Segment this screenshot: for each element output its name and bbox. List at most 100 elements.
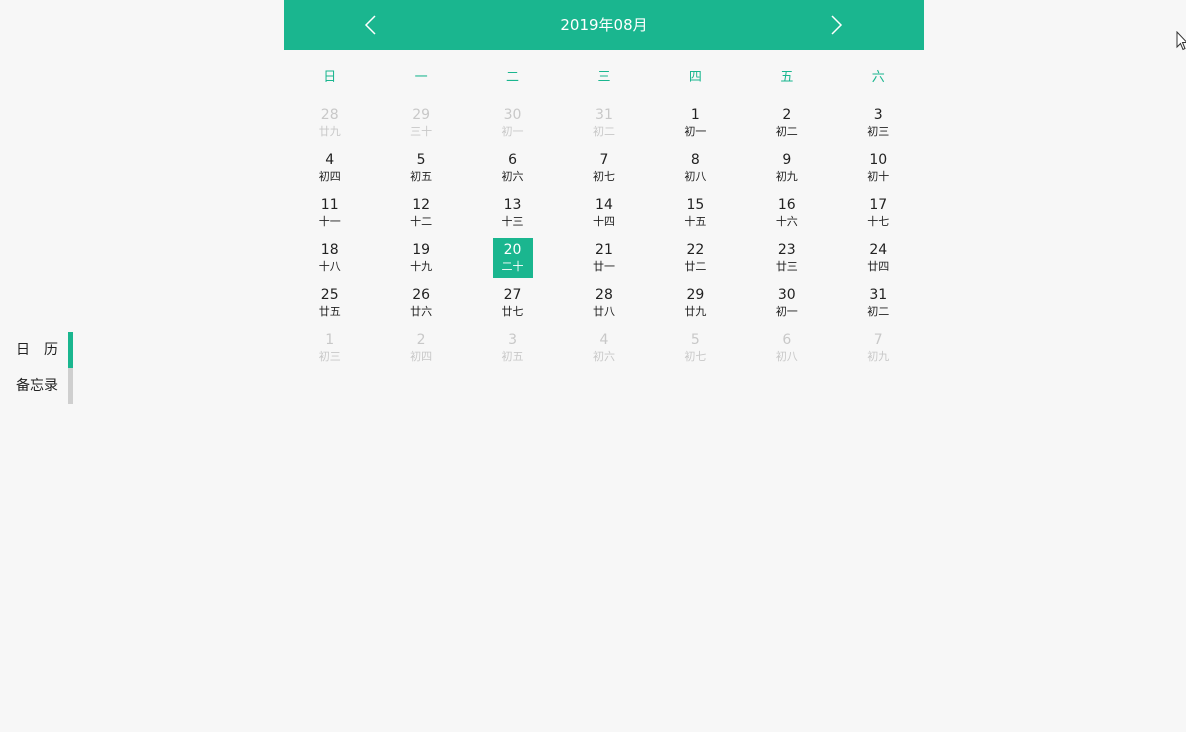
solar-date: 30 <box>777 286 796 303</box>
solar-date: 7 <box>599 151 609 168</box>
lunar-date: 廿一 <box>592 259 615 273</box>
solar-date: 14 <box>595 196 613 213</box>
day-cell[interactable]: 2 初四 <box>375 325 466 370</box>
day-cell[interactable]: 5 初七 <box>650 325 741 370</box>
day-cell[interactable]: 10 初十 <box>833 145 924 190</box>
weekday-label: 一 <box>414 69 428 85</box>
lunar-date: 初六 <box>592 349 615 363</box>
day-cell[interactable]: 28 廿八 <box>558 280 649 325</box>
day-cell[interactable]: 6 初八 <box>741 325 832 370</box>
day-cell-inner: 22 廿二 <box>675 238 715 278</box>
day-cell[interactable]: 19 十九 <box>375 235 466 280</box>
menu-item-memo[interactable]: 备忘录 <box>0 368 73 404</box>
day-cell[interactable]: 11 十一 <box>284 190 375 235</box>
day-cell[interactable]: 15 十五 <box>650 190 741 235</box>
next-month-button[interactable] <box>824 13 848 37</box>
solar-date: 31 <box>869 286 888 303</box>
day-cell[interactable]: 29 廿九 <box>650 280 741 325</box>
day-cell[interactable]: 29 三十 <box>375 100 466 145</box>
day-cell[interactable]: 23 廿三 <box>741 235 832 280</box>
day-cell-inner: 4 初四 <box>310 148 350 188</box>
day-cell[interactable]: 31 初二 <box>833 280 924 325</box>
day-cell-inner: 2 初二 <box>767 103 807 143</box>
day-cell-inner: 10 初十 <box>858 148 898 188</box>
lunar-date: 廿九 <box>684 304 707 318</box>
day-cell-inner: 4 初六 <box>584 328 624 368</box>
day-cell-inner: 2 初四 <box>401 328 441 368</box>
day-cell-inner: 7 初九 <box>858 328 898 368</box>
day-cell[interactable]: 3 初五 <box>467 325 558 370</box>
solar-date: 3 <box>873 106 883 123</box>
day-cell[interactable]: 31 初二 <box>558 100 649 145</box>
day-cell-inner: 5 初七 <box>675 328 715 368</box>
day-cell[interactable]: 25 廿五 <box>284 280 375 325</box>
solar-date: 6 <box>782 331 792 348</box>
day-cell[interactable]: 7 初九 <box>833 325 924 370</box>
solar-date: 7 <box>873 331 883 348</box>
day-cell[interactable]: 26 廿六 <box>375 280 466 325</box>
calendar: 2019年08月 日一二三四五六 28 廿九 29 三十 30 初一 31 初二 1 初一 2 初二 3… <box>284 0 924 370</box>
day-cell[interactable]: 30 初一 <box>741 280 832 325</box>
day-cell-inner: 3 初五 <box>493 328 533 368</box>
day-cell[interactable]: 16 十六 <box>741 190 832 235</box>
lunar-date: 廿二 <box>684 259 707 273</box>
day-cell[interactable]: 12 十二 <box>375 190 466 235</box>
lunar-date: 十九 <box>410 259 433 273</box>
day-cell[interactable]: 9 初九 <box>741 145 832 190</box>
lunar-date: 初八 <box>775 349 798 363</box>
day-cell-inner: 28 廿九 <box>310 103 350 143</box>
day-cell[interactable]: 4 初六 <box>558 325 649 370</box>
day-cell-inner: 27 廿七 <box>493 283 533 323</box>
day-cell[interactable]: 28 廿九 <box>284 100 375 145</box>
lunar-date: 廿六 <box>410 304 433 318</box>
day-cell[interactable]: 6 初六 <box>467 145 558 190</box>
day-cell[interactable]: 30 初一 <box>467 100 558 145</box>
solar-date: 5 <box>416 151 426 168</box>
day-cell[interactable]: 8 初八 <box>650 145 741 190</box>
day-cell[interactable]: 14 十四 <box>558 190 649 235</box>
solar-date: 15 <box>686 196 705 213</box>
day-cell[interactable]: 7 初七 <box>558 145 649 190</box>
day-cell-inner: 29 三十 <box>401 103 441 143</box>
solar-date: 18 <box>320 241 339 258</box>
lunar-date: 初五 <box>410 169 433 183</box>
day-cell[interactable]: 4 初四 <box>284 145 375 190</box>
day-cell[interactable]: 21 廿一 <box>558 235 649 280</box>
weekday-label: 二 <box>506 69 520 85</box>
side-menu: 日 历备忘录 <box>0 332 73 404</box>
day-cell[interactable]: 27 廿七 <box>467 280 558 325</box>
day-cell[interactable]: 5 初五 <box>375 145 466 190</box>
day-cell-selected[interactable]: 20 二十 <box>467 235 558 280</box>
day-cell-inner: 31 初二 <box>858 283 898 323</box>
day-cell-inner: 11 十一 <box>310 193 350 233</box>
day-cell-inner: 30 初一 <box>493 103 533 143</box>
day-cell[interactable]: 3 初三 <box>833 100 924 145</box>
day-cell-inner: 19 十九 <box>401 238 441 278</box>
solar-date: 19 <box>412 241 431 258</box>
day-cell[interactable]: 17 十七 <box>833 190 924 235</box>
lunar-date: 初三 <box>867 124 890 138</box>
solar-date: 31 <box>595 106 613 123</box>
day-cell-inner: 13 十三 <box>493 193 533 233</box>
solar-date: 1 <box>690 106 700 123</box>
day-cell-inner: 12 十二 <box>401 193 441 233</box>
day-cell[interactable]: 18 十八 <box>284 235 375 280</box>
solar-date: 12 <box>412 196 431 213</box>
solar-date: 21 <box>595 241 613 258</box>
menu-item-calendar[interactable]: 日 历 <box>0 332 73 368</box>
solar-date: 5 <box>690 331 700 348</box>
day-cell[interactable]: 24 廿四 <box>833 235 924 280</box>
day-cell-inner: 1 初三 <box>310 328 350 368</box>
solar-date: 10 <box>869 151 888 168</box>
solar-date: 3 <box>508 331 517 348</box>
day-cell[interactable]: 1 初三 <box>284 325 375 370</box>
day-cell[interactable]: 13 十三 <box>467 190 558 235</box>
day-cell[interactable]: 2 初二 <box>741 100 832 145</box>
lunar-date: 十八 <box>318 259 341 273</box>
lunar-date: 廿五 <box>318 304 341 318</box>
day-cell-inner: 20 二十 <box>492 237 533 278</box>
solar-date: 13 <box>503 196 522 213</box>
day-cell[interactable]: 1 初一 <box>650 100 741 145</box>
solar-date: 4 <box>599 331 609 348</box>
day-cell[interactable]: 22 廿二 <box>650 235 741 280</box>
